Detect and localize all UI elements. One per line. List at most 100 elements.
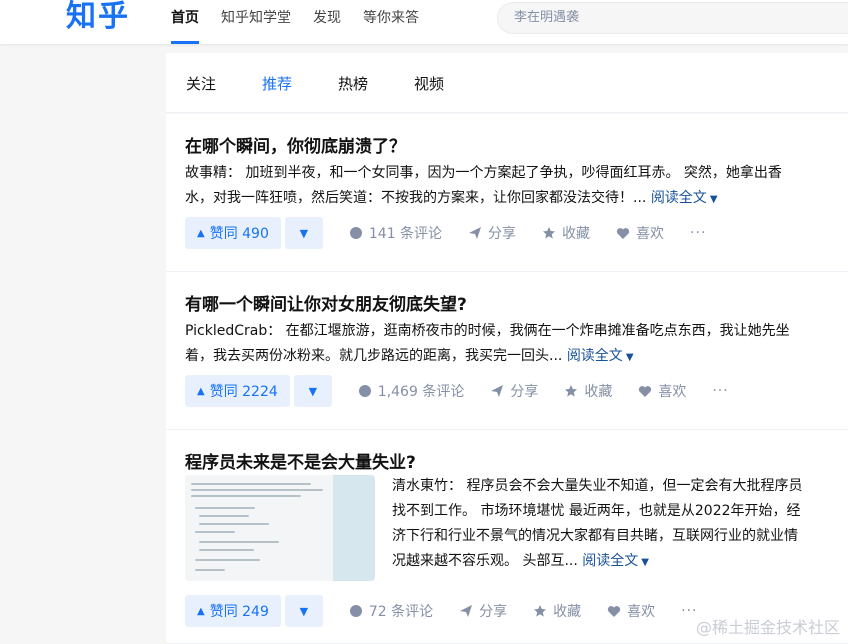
downvote-button[interactable]: ▼ xyxy=(293,375,332,407)
read-more-label: 阅读全文 xyxy=(566,348,623,364)
answer-author: 清水東竹： xyxy=(392,478,462,494)
comment-icon xyxy=(358,384,372,398)
search-input[interactable] xyxy=(514,10,814,25)
main-feed: 关注 推荐 热榜 视频 在哪个瞬间，你彻底崩溃了？ 故事精： 加班到半夜，和一个… xyxy=(166,53,848,644)
question-title[interactable]: 有哪一个瞬间让你对女朋友彻底失望? xyxy=(185,290,467,315)
top-nav: 首页 知乎知学堂 发现 等你来答 xyxy=(171,0,441,44)
favorite-label: 收藏 xyxy=(584,384,613,400)
nav-waiting-answers[interactable]: 等你来答 xyxy=(363,0,419,44)
triangle-up-icon: ▲ xyxy=(197,385,205,397)
favorite-button[interactable]: 收藏 xyxy=(533,601,581,621)
like-label: 喜欢 xyxy=(658,384,687,400)
comment-button[interactable]: 1,469 条评论 xyxy=(358,381,464,401)
read-more-link[interactable]: 阅读全文 ▼ xyxy=(567,348,634,364)
comment-button[interactable]: 72 条评论 xyxy=(349,601,433,621)
zhihu-logo[interactable]: 知乎 xyxy=(66,0,130,34)
upvote-label: 赞同 2224 xyxy=(209,384,278,400)
tab-recommend[interactable]: 推荐 xyxy=(262,73,292,94)
feed-card: 在哪个瞬间，你彻底崩溃了？ 故事精： 加班到半夜，和一个女同事，因为一个方案起了… xyxy=(166,114,848,272)
chevron-down-icon: ▼ xyxy=(709,194,718,205)
share-label: 分享 xyxy=(479,604,508,620)
excerpt-text: 程序员会不会大量失业不知道，但一定会有大批程序员 xyxy=(466,478,803,494)
heart-icon xyxy=(616,227,630,240)
nav-discover[interactable]: 发现 xyxy=(313,0,341,44)
like-label: 喜欢 xyxy=(627,604,656,620)
triangle-down-icon: ▼ xyxy=(299,226,309,240)
share-label: 分享 xyxy=(488,226,517,242)
more-options-button[interactable]: ··· xyxy=(690,225,706,241)
feed-card: 程序员未来是不是会大量失业? 清水東竹： 程序员会不会大量失业不知道，但一定会有… xyxy=(166,430,848,644)
answer-excerpt[interactable]: 故事精： 加班到半夜，和一个女同事，因为一个方案起了争执，吵得面红耳赤。 突然，… xyxy=(185,161,827,212)
chevron-down-icon: ▼ xyxy=(625,352,634,363)
read-more-link[interactable]: 阅读全文 ▼ xyxy=(651,190,718,206)
answer-excerpt[interactable]: 清水東竹： 程序员会不会大量失业不知道，但一定会有大批程序员 找不到工作。 市场… xyxy=(392,474,832,575)
action-bar: ▲ 赞同 249 ▼ 72 条评论 分享 收藏 喜欢 ··· xyxy=(185,595,698,627)
question-title[interactable]: 程序员未来是不是会大量失业? xyxy=(185,448,416,473)
triangle-down-icon: ▼ xyxy=(299,604,309,618)
read-more-link[interactable]: 阅读全文 ▼ xyxy=(582,553,649,569)
answer-excerpt[interactable]: PickledCrab： 在都江堰旅游，逛南桥夜市的时候，我俩在一个炸串摊准备吃… xyxy=(185,319,827,370)
triangle-up-icon: ▲ xyxy=(197,227,205,239)
like-button[interactable]: 喜欢 xyxy=(638,381,686,401)
excerpt-text: 在都江堰旅游，逛南桥夜市的时候，我俩在一个炸串摊准备吃点东西，我让她先坐 xyxy=(285,323,790,339)
like-button[interactable]: 喜欢 xyxy=(607,601,655,621)
heart-icon xyxy=(638,385,652,398)
comment-button[interactable]: 141 条评论 xyxy=(349,223,442,243)
favorite-button[interactable]: 收藏 xyxy=(542,223,590,243)
favorite-button[interactable]: 收藏 xyxy=(564,381,612,401)
upvote-button[interactable]: ▲ 赞同 2224 xyxy=(185,375,290,407)
share-label: 分享 xyxy=(510,384,539,400)
share-icon xyxy=(490,384,504,398)
search-box[interactable] xyxy=(497,2,848,34)
more-options-button[interactable]: ··· xyxy=(712,383,728,399)
like-button[interactable]: 喜欢 xyxy=(616,223,664,243)
nav-zhixuetang[interactable]: 知乎知学堂 xyxy=(221,0,291,44)
comment-icon xyxy=(349,226,363,240)
share-button[interactable]: 分享 xyxy=(459,601,507,621)
like-label: 喜欢 xyxy=(636,226,665,242)
read-more-label: 阅读全文 xyxy=(582,553,639,569)
watermark-text: @稀土掘金技术社区 xyxy=(695,618,840,637)
excerpt-text: 找不到工作。 市场环境堪忧 最近两年，也就是从2022年开始，经 xyxy=(392,503,801,519)
tab-hot[interactable]: 热榜 xyxy=(338,73,368,94)
share-icon xyxy=(459,604,473,618)
comment-icon xyxy=(349,604,363,618)
upvote-button[interactable]: ▲ 赞同 249 xyxy=(185,595,281,627)
top-header: 知乎 首页 知乎知学堂 发现 等你来答 xyxy=(0,0,848,44)
downvote-button[interactable]: ▼ xyxy=(284,217,323,249)
excerpt-text: 况越来越不容乐观。 头部互... xyxy=(392,553,578,569)
downvote-button[interactable]: ▼ xyxy=(284,595,323,627)
nav-home[interactable]: 首页 xyxy=(171,0,199,44)
excerpt-text: 水，对我一阵狂喷，然后笑道：不按我的方案来，让你回家都没法交待！... xyxy=(185,190,647,206)
answer-author: PickledCrab： xyxy=(185,323,282,339)
chevron-down-icon: ▼ xyxy=(641,557,649,568)
feed-tabs: 关注 推荐 热榜 视频 xyxy=(166,53,848,113)
image-side-panel xyxy=(333,475,375,581)
question-title[interactable]: 在哪个瞬间，你彻底崩溃了？ xyxy=(185,132,406,157)
upvote-label: 赞同 490 xyxy=(209,226,269,242)
action-bar: ▲ 赞同 2224 ▼ 1,469 条评论 分享 收藏 喜欢 ··· xyxy=(185,375,729,407)
excerpt-text: 加班到半夜，和一个女同事，因为一个方案起了争执，吵得面红耳赤。 突然，她拿出香 xyxy=(245,165,782,181)
favorite-label: 收藏 xyxy=(553,604,582,620)
comment-label: 141 条评论 xyxy=(368,226,443,242)
upvote-button[interactable]: ▲ 赞同 490 xyxy=(185,217,281,249)
comment-label: 72 条评论 xyxy=(368,604,434,620)
triangle-up-icon: ▲ xyxy=(197,605,205,617)
triangle-down-icon: ▼ xyxy=(308,384,318,398)
read-more-label: 阅读全文 xyxy=(650,190,707,206)
share-icon xyxy=(468,226,482,240)
star-icon xyxy=(564,384,578,398)
answer-thumbnail[interactable] xyxy=(185,475,375,581)
code-screenshot-image xyxy=(185,475,333,581)
star-icon xyxy=(533,604,547,618)
share-button[interactable]: 分享 xyxy=(490,381,538,401)
tab-video[interactable]: 视频 xyxy=(414,73,444,94)
upvote-label: 赞同 249 xyxy=(209,604,269,620)
tab-follow[interactable]: 关注 xyxy=(186,73,216,94)
share-button[interactable]: 分享 xyxy=(468,223,516,243)
action-bar: ▲ 赞同 490 ▼ 141 条评论 分享 收藏 喜欢 ··· xyxy=(185,217,706,249)
feed-card: 有哪一个瞬间让你对女朋友彻底失望? PickledCrab： 在都江堰旅游，逛南… xyxy=(166,272,848,430)
excerpt-text: 着，我去买两份冰粉来。就几步路远的距离，我买完一回头... xyxy=(185,348,563,364)
heart-icon xyxy=(607,605,621,618)
favorite-label: 收藏 xyxy=(562,226,591,242)
